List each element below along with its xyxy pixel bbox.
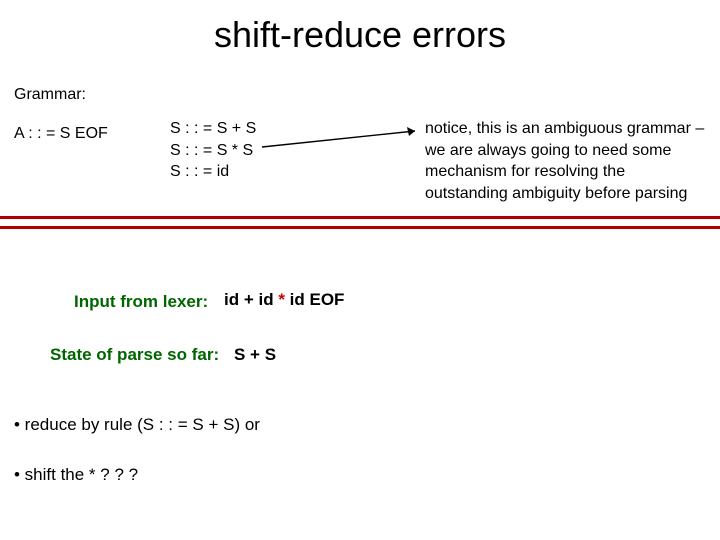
grammar-rule-a: A : : = S EOF — [14, 125, 108, 143]
parse-state-label: State of parse so far: — [50, 345, 219, 365]
lexer-consumed: id + id — [224, 290, 278, 309]
lexer-label: Input from lexer: — [74, 292, 208, 312]
grammar-label: Grammar: — [14, 86, 86, 104]
notice-text: notice, this is an ambiguous grammar – w… — [425, 118, 710, 204]
arrow-icon — [260, 125, 430, 155]
lexer-value: id + id * id EOF — [224, 290, 344, 310]
rule-s2: S : : = S * S — [170, 140, 256, 162]
divider-top — [0, 216, 720, 219]
lexer-rest: id EOF — [285, 290, 345, 309]
rule-s1: S : : = S + S — [170, 118, 256, 140]
option-shift: • shift the * ? ? ? — [14, 465, 138, 485]
lexer-star: * — [278, 290, 285, 309]
parse-state-value: S + S — [234, 345, 276, 365]
divider-bottom — [0, 226, 720, 229]
rule-s3: S : : = id — [170, 161, 256, 183]
option-reduce: • reduce by rule (S : : = S + S) or — [14, 415, 260, 435]
grammar-rules-s: S : : = S + S S : : = S * S S : : = id — [170, 118, 256, 183]
slide: shift-reduce errors Grammar: A : : = S E… — [0, 0, 720, 540]
slide-title: shift-reduce errors — [0, 0, 720, 56]
